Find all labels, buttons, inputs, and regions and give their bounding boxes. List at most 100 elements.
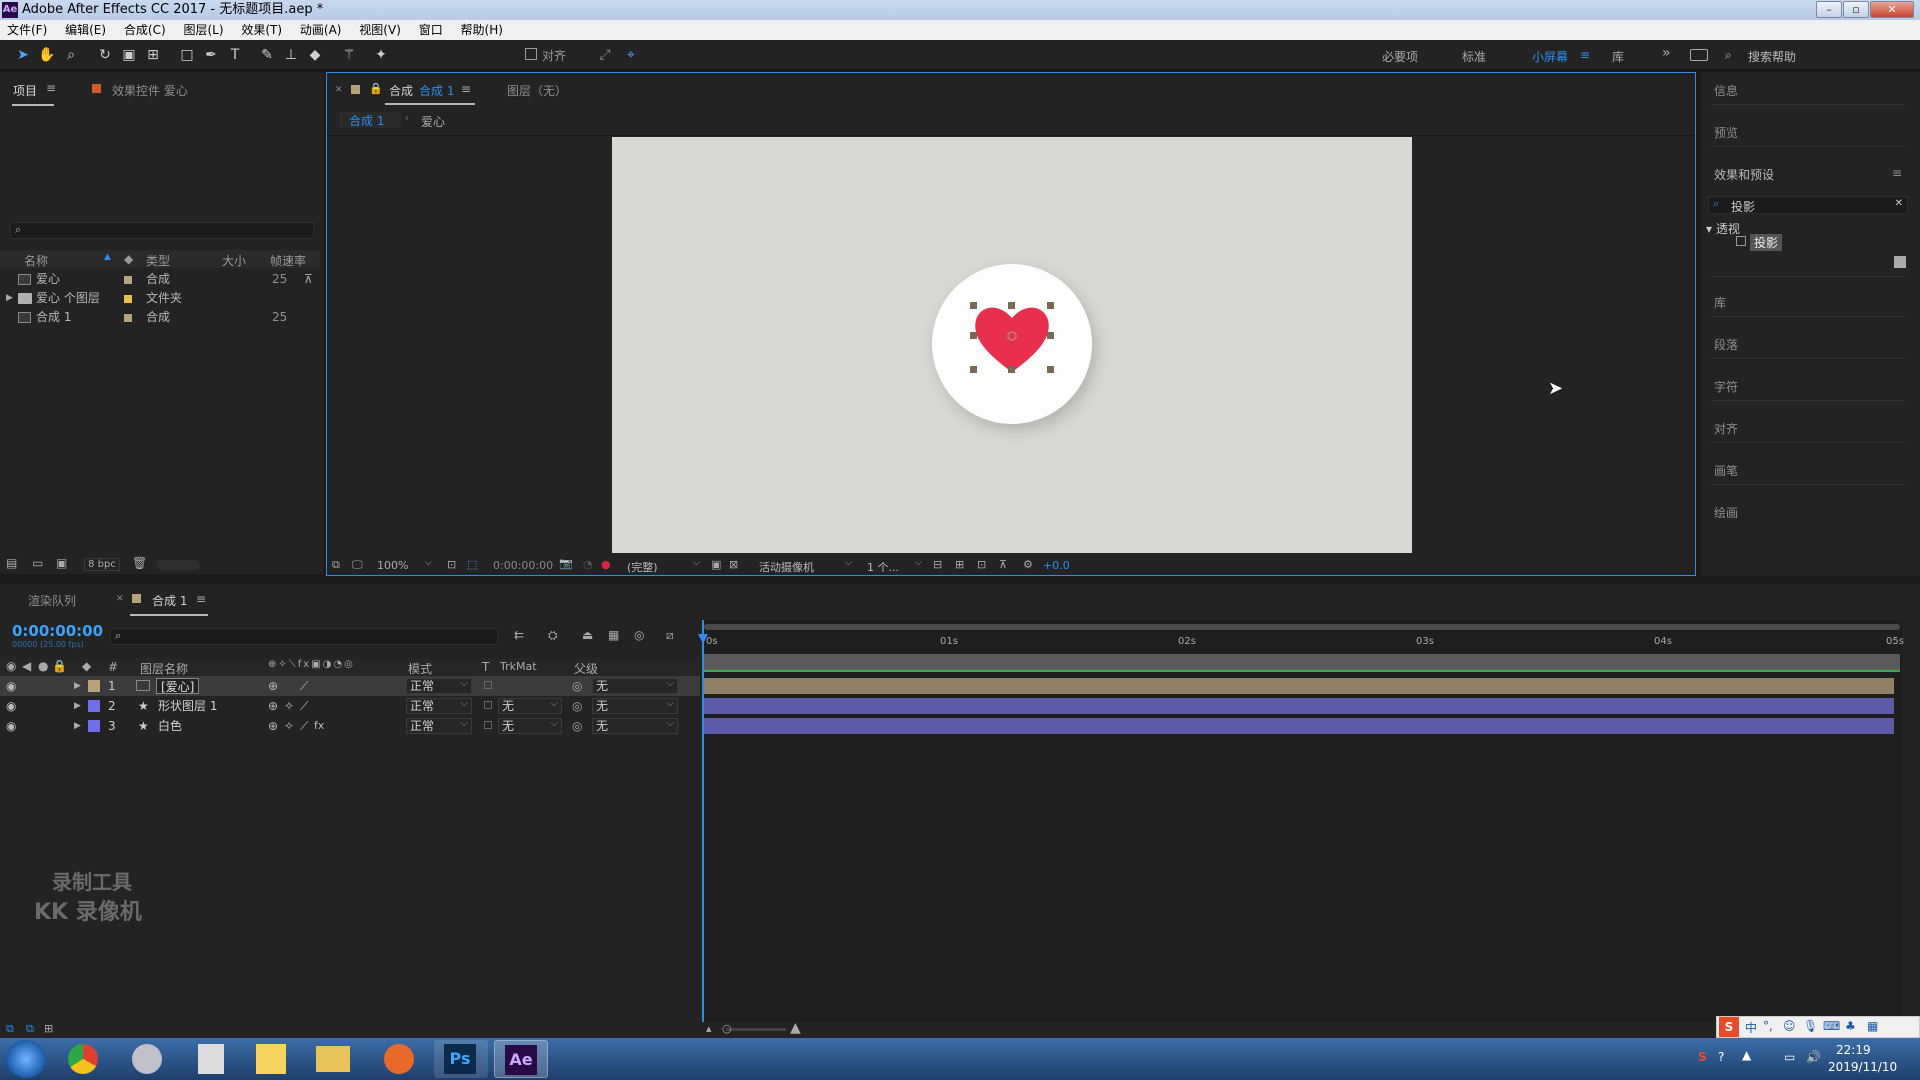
effects-search-input[interactable]: ⌕ 投影 ✕ xyxy=(1708,196,1908,214)
ime-language[interactable]: 中 xyxy=(1745,1019,1757,1036)
hand-tool-icon[interactable]: ✋ xyxy=(38,46,56,64)
workspace-standard[interactable]: 标准 xyxy=(1462,48,1486,65)
preserve-transparency-checkbox[interactable] xyxy=(484,701,492,709)
video-toggle-icon[interactable]: ◉ xyxy=(6,659,16,673)
flowchart-icon[interactable]: ⊼ xyxy=(304,270,313,289)
sogou-ime-icon[interactable]: S xyxy=(1698,1050,1707,1064)
fast-previews-icon[interactable]: ▣ xyxy=(711,558,721,571)
column-trkmat[interactable]: TrkMat xyxy=(500,660,537,673)
expand-modes-icon[interactable]: ⧉ xyxy=(26,1022,34,1036)
toggle-pixel-aspect-icon[interactable]: ⊟ xyxy=(933,558,942,571)
timeline-timecode[interactable]: 0:00:00:00 xyxy=(12,622,103,640)
menu-animation[interactable]: 动画(A) xyxy=(293,20,349,40)
zoom-tool-icon[interactable]: ⌕ xyxy=(62,46,80,64)
project-item[interactable]: ▶ 爱心 个图层 文件夹 xyxy=(0,289,320,308)
shy-switch-icon[interactable]: ⊕ xyxy=(268,676,278,696)
expand-arrow-icon[interactable]: ▶ xyxy=(74,676,81,696)
zoom-slider-handle-icon[interactable]: ○ xyxy=(722,1022,732,1035)
eye-icon[interactable]: ◉ xyxy=(6,696,16,716)
expand-switches-icon[interactable]: ⧉ xyxy=(6,1022,14,1036)
new-composition-icon[interactable]: ▣ xyxy=(56,556,67,570)
heart-layer[interactable] xyxy=(968,300,1056,376)
layer-duration-bar[interactable] xyxy=(704,678,1894,694)
axis-mode-icon[interactable]: ⤢ xyxy=(596,46,614,64)
magnification-dropdown[interactable]: 100% xyxy=(377,559,408,572)
close-button[interactable]: ✕ xyxy=(1870,1,1914,18)
layer-duration-bar[interactable] xyxy=(704,698,1894,714)
selection-tool-icon[interactable]: ➤ xyxy=(14,46,32,64)
chrome-icon[interactable] xyxy=(68,1044,98,1074)
collapse-switch-icon[interactable]: ✧ xyxy=(284,716,294,736)
column-layer-name[interactable]: 图层名称 xyxy=(140,660,188,677)
expand-arrow-icon[interactable]: ▶ xyxy=(6,289,13,308)
time-ruler[interactable]: 0s 01s 02s 03s 04s 05s xyxy=(704,632,1904,652)
panel-paragraph[interactable]: 段落 xyxy=(1714,336,1738,353)
ime-keyboard-icon[interactable]: ⌨ xyxy=(1823,1019,1840,1033)
video-recorder-icon[interactable] xyxy=(384,1044,414,1074)
panel-effects-presets[interactable]: 效果和预设 xyxy=(1714,166,1774,183)
motion-blur-icon[interactable]: ◎ xyxy=(634,628,644,642)
views-layout-dropdown[interactable]: 1 个... xyxy=(867,559,899,575)
camera-dropdown[interactable]: 活动摄像机 xyxy=(759,559,814,575)
timeline-zoom-slider[interactable] xyxy=(726,1028,786,1031)
layer-label-chip[interactable] xyxy=(88,720,100,732)
label-color-chip[interactable] xyxy=(124,276,132,284)
camera-tool-icon[interactable]: ▣ xyxy=(120,46,138,64)
exposure-value[interactable]: +0.0 xyxy=(1043,559,1070,572)
panel-paint[interactable]: 绘画 xyxy=(1714,504,1738,521)
draft-3d-icon[interactable]: ⛭ xyxy=(548,628,558,643)
comp-flowchart-icon[interactable]: ⊡ xyxy=(977,558,986,571)
parent-pickwhip-icon[interactable]: ◎ xyxy=(572,716,582,736)
composition-canvas[interactable] xyxy=(612,137,1412,553)
collapse-switch-icon[interactable]: ✧ xyxy=(284,696,294,716)
clock-time[interactable]: 22:19 xyxy=(1836,1043,1871,1057)
parent-dropdown[interactable]: 无 xyxy=(592,697,678,714)
workspace-menu-icon[interactable]: ≡ xyxy=(1580,48,1590,62)
project-item[interactable]: 爱心 合成 25 ⊼ xyxy=(0,270,320,289)
minimize-button[interactable]: – xyxy=(1816,1,1842,18)
transparency-grid-icon[interactable]: ⊠ xyxy=(729,558,738,571)
preserve-transparency-checkbox[interactable] xyxy=(484,681,492,689)
eraser-tool-icon[interactable]: ◆ xyxy=(306,46,324,64)
workspace-library[interactable]: 库 xyxy=(1612,48,1624,65)
trkmat-dropdown[interactable]: 无 xyxy=(498,697,562,714)
menu-composition[interactable]: 合成(C) xyxy=(117,20,173,40)
clone-stamp-tool-icon[interactable]: ⊥ xyxy=(282,46,300,64)
panel-library[interactable]: 库 xyxy=(1714,294,1726,311)
trkmat-dropdown[interactable]: 无 xyxy=(498,717,562,734)
ime-punctuation-icon[interactable]: °, xyxy=(1763,1019,1773,1033)
eye-icon[interactable]: ◉ xyxy=(6,716,16,736)
work-area-bar[interactable] xyxy=(704,624,1900,630)
column-mode[interactable]: 模式 xyxy=(408,660,432,677)
zoom-in-icon[interactable]: ▲ xyxy=(790,1020,801,1036)
blend-mode-dropdown[interactable]: 正常 xyxy=(406,697,472,714)
thumbnail-size-slider[interactable] xyxy=(156,560,200,570)
reset-exposure-icon[interactable]: ⚙ xyxy=(1023,558,1033,571)
tab-render-queue[interactable]: 渲染队列 xyxy=(28,592,76,609)
tab-layer-none[interactable]: 图层（无） xyxy=(507,82,567,99)
layer-duration-bar[interactable] xyxy=(704,718,1894,734)
quality-switch-icon[interactable]: ⟋ xyxy=(300,696,308,716)
panel-menu-icon[interactable]: ≡ xyxy=(196,592,206,606)
label-color-chip[interactable] xyxy=(124,295,132,303)
hide-shy-layers-icon[interactable]: ⏏ xyxy=(582,628,593,642)
label-column-icon[interactable]: ◆ xyxy=(82,659,91,673)
panel-menu-icon[interactable]: ≡ xyxy=(46,81,56,95)
solo-toggle-icon[interactable]: ● xyxy=(38,659,48,673)
parent-pickwhip-icon[interactable]: ◎ xyxy=(572,676,582,696)
brush-tool-icon[interactable]: ✎ xyxy=(258,46,276,64)
tree-item-drop-shadow[interactable]: 投影 xyxy=(1750,234,1783,251)
parent-dropdown[interactable]: 无 xyxy=(592,677,678,694)
timeline-search-input[interactable]: ⌕ xyxy=(110,628,498,645)
menu-effect[interactable]: 效果(T) xyxy=(234,20,289,40)
clear-search-icon[interactable]: ✕ xyxy=(1895,198,1903,209)
time-graph[interactable]: 0s 01s 02s 03s 04s 05s xyxy=(698,620,1904,1024)
column-size[interactable]: 大小 xyxy=(222,252,246,269)
search-help-field[interactable]: 搜索帮助 xyxy=(1748,48,1796,65)
close-tab-icon[interactable]: ✕ xyxy=(335,85,343,95)
more-workspaces-icon[interactable]: » xyxy=(1662,45,1671,61)
expand-arrow-icon[interactable]: ▶ xyxy=(74,696,81,716)
frame-blending-icon[interactable]: ▦ xyxy=(608,628,619,642)
snapshot-icon[interactable]: 📷 xyxy=(559,557,573,570)
quality-switch-icon[interactable]: ⟋ xyxy=(300,716,308,736)
